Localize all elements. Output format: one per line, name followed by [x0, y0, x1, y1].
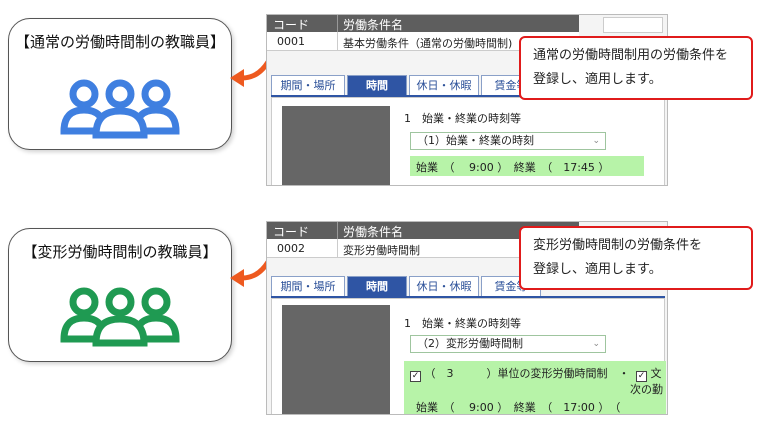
tab-time[interactable]: 時間 — [347, 276, 407, 296]
time-type-select[interactable]: （2）変形労働時間制 ⌄ — [410, 335, 606, 353]
table-header: コード 労働条件名 — [267, 15, 579, 32]
tab-time[interactable]: 時間 — [347, 75, 407, 95]
col-code-header: コード — [273, 18, 310, 32]
card-title: 【変形労働時間制の教職員】 — [22, 243, 218, 261]
sidebar-placeholder — [282, 106, 390, 185]
checkbox[interactable]: ✓ — [410, 371, 421, 382]
name-cell: 変形労働時間制 — [343, 244, 420, 257]
code-cell: 0002 — [277, 242, 305, 255]
chevron-down-icon: ⌄ — [592, 339, 600, 349]
card-flex-staff: 【変形労働時間制の教職員】 — [8, 228, 232, 362]
work-hours-row: 始業 （ 9:00 ） 終業 （ 17:45 ） — [410, 156, 644, 176]
time-panel: 1 始業・終業の時刻等 （1）始業・終業の時刻 ⌄ 始業 （ 9:00 ） 終業… — [271, 97, 665, 185]
work-hours-row: 始業 （ 9:00 ） 終業 （ 17:00 ） （ — [416, 401, 621, 414]
time-type-select[interactable]: （1）始業・終業の時刻 ⌄ — [410, 132, 606, 150]
callout-line: 登録し、適用します。 — [533, 72, 662, 87]
callout-line: 登録し、適用します。 — [533, 262, 662, 277]
time-panel: 1 始業・終業の時刻等 （2）変形労働時間制 ⌄ ✓ （ 3 ）単位の変形労働時… — [271, 298, 666, 414]
code-cell: 0001 — [277, 35, 305, 48]
card-title: 【通常の労働時間制の教職員】 — [14, 33, 225, 51]
callout-line: 通常の労働時間制用の労働条件を — [533, 48, 729, 63]
section-heading: 1 始業・終業の時刻等 — [404, 112, 521, 125]
next-row-label: 次の勤 — [630, 383, 663, 396]
callout-flex: 変形労働時間制の労働条件を 登録し、適用します。 — [519, 226, 753, 290]
col-name-header: 労働条件名 — [343, 18, 404, 32]
col-code-header: コード — [273, 225, 310, 239]
callout-line: 変形労働時間制の労働条件を — [533, 238, 703, 253]
tab-period-place[interactable]: 期間・場所 — [271, 75, 345, 95]
tab-holidays[interactable]: 休日・休暇 — [409, 276, 479, 296]
tab-period-place[interactable]: 期間・場所 — [271, 276, 345, 296]
tab-holidays[interactable]: 休日・休暇 — [409, 75, 479, 95]
callout-regular: 通常の労働時間制用の労働条件を 登録し、適用します。 — [519, 36, 753, 100]
sidebar-placeholder — [282, 305, 390, 414]
people-icon — [60, 79, 180, 139]
flex-conditions-block: ✓ （ 3 ）単位の変形労働時間制 ・ ✓ 文 次の勤 始業 （ 9:00 ） … — [404, 361, 666, 414]
chevron-down-icon: ⌄ — [592, 136, 600, 146]
col-name-header: 労働条件名 — [343, 225, 404, 239]
side-field[interactable] — [603, 17, 663, 33]
card-regular-staff: 【通常の労働時間制の教職員】 — [8, 18, 232, 150]
name-cell: 基本労働条件（通常の労働時間制) — [343, 37, 513, 50]
section-heading: 1 始業・終業の時刻等 — [404, 317, 521, 330]
people-icon — [60, 287, 180, 347]
